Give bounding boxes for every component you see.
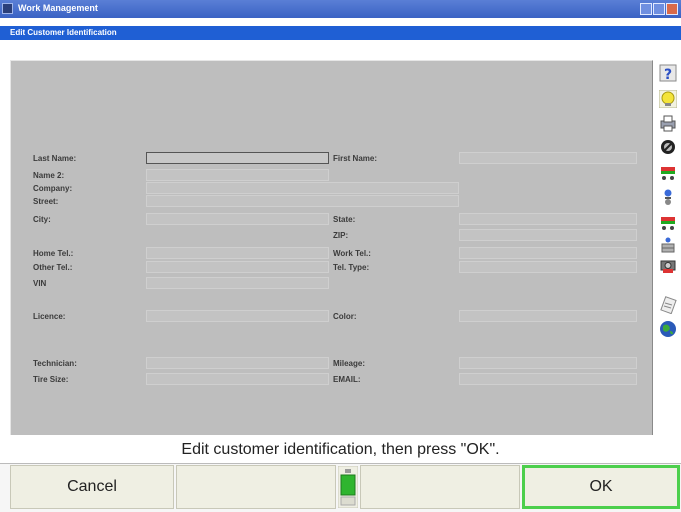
mileage-field[interactable] <box>459 357 637 369</box>
app-icon <box>2 3 13 14</box>
name2-field[interactable] <box>146 169 329 181</box>
technician-label: Technician: <box>33 359 77 368</box>
state-field[interactable] <box>459 213 637 225</box>
zip-field[interactable] <box>459 229 637 241</box>
home-tel-label: Home Tel.: <box>33 249 74 258</box>
work-tel-field[interactable] <box>459 247 637 259</box>
sensor-icon[interactable] <box>659 188 677 206</box>
first-name-field[interactable] <box>459 152 637 164</box>
print-icon[interactable] <box>659 114 677 132</box>
status-prompt: Edit customer identification, then press… <box>181 441 500 458</box>
street-label: Street: <box>33 197 59 206</box>
email-label: EMAIL: <box>333 375 361 384</box>
last-name-label: Last Name: <box>33 154 77 163</box>
tire-size-field[interactable] <box>146 373 329 385</box>
cancel-button[interactable]: Cancel <box>10 465 174 509</box>
color-field[interactable] <box>459 310 637 322</box>
technician-field[interactable] <box>146 357 329 369</box>
side-toolbar: ? <box>657 56 679 356</box>
stop-icon[interactable] <box>659 138 677 156</box>
minimize-button[interactable] <box>640 3 652 15</box>
company-field[interactable] <box>146 182 459 194</box>
street-field[interactable] <box>146 195 459 207</box>
vehicle-specs-icon[interactable] <box>659 164 677 182</box>
licence-field[interactable] <box>146 310 329 322</box>
screen-header: Edit Customer Identification <box>0 26 681 40</box>
tire-size-label: Tire Size: <box>33 375 69 384</box>
home-tel-field[interactable] <box>146 247 329 259</box>
city-field[interactable] <box>146 213 329 225</box>
licence-label: Licence: <box>33 312 66 321</box>
work-tel-label: Work Tel.: <box>333 249 371 258</box>
other-tel-label: Other Tel.: <box>33 263 73 272</box>
window-title: Work Management <box>18 3 98 13</box>
state-label: State: <box>333 215 356 224</box>
tel-type-field[interactable] <box>459 261 637 273</box>
tel-type-label: Tel. Type: <box>333 263 370 272</box>
name2-label: Name 2: <box>33 171 65 180</box>
blank-button-4[interactable] <box>360 465 520 509</box>
last-name-field[interactable] <box>146 152 329 164</box>
ok-button[interactable]: OK <box>522 465 680 509</box>
screen-title: Edit Customer Identification <box>10 28 117 37</box>
color-label: Color: <box>333 312 357 321</box>
blank-button-2[interactable] <box>176 465 336 509</box>
svg-text:?: ? <box>664 67 672 82</box>
window-title-bar: Work Management <box>0 0 681 18</box>
company-label: Company: <box>33 184 73 193</box>
customer-form-panel: Last Name: First Name: Name 2: Company: … <box>10 60 653 435</box>
first-name-label: First Name: <box>333 154 378 163</box>
maximize-button[interactable] <box>653 3 665 15</box>
city-label: City: <box>33 215 51 224</box>
email-field[interactable] <box>459 373 637 385</box>
vehicle-specs-2-icon[interactable] <box>659 214 677 232</box>
camera-icon[interactable] <box>659 256 677 274</box>
help-icon[interactable]: ? <box>659 64 677 82</box>
close-button[interactable] <box>666 3 678 15</box>
measure-icon[interactable] <box>659 236 677 254</box>
vin-label: VIN <box>33 279 47 288</box>
zip-label: ZIP: <box>333 231 349 240</box>
page-indicator-icon <box>338 466 358 508</box>
globe-icon[interactable] <box>659 320 677 338</box>
mileage-label: Mileage: <box>333 359 366 368</box>
other-tel-field[interactable] <box>146 261 329 273</box>
report-icon[interactable] <box>659 296 677 314</box>
lightbulb-icon[interactable] <box>659 90 677 108</box>
vin-field[interactable] <box>146 277 329 289</box>
